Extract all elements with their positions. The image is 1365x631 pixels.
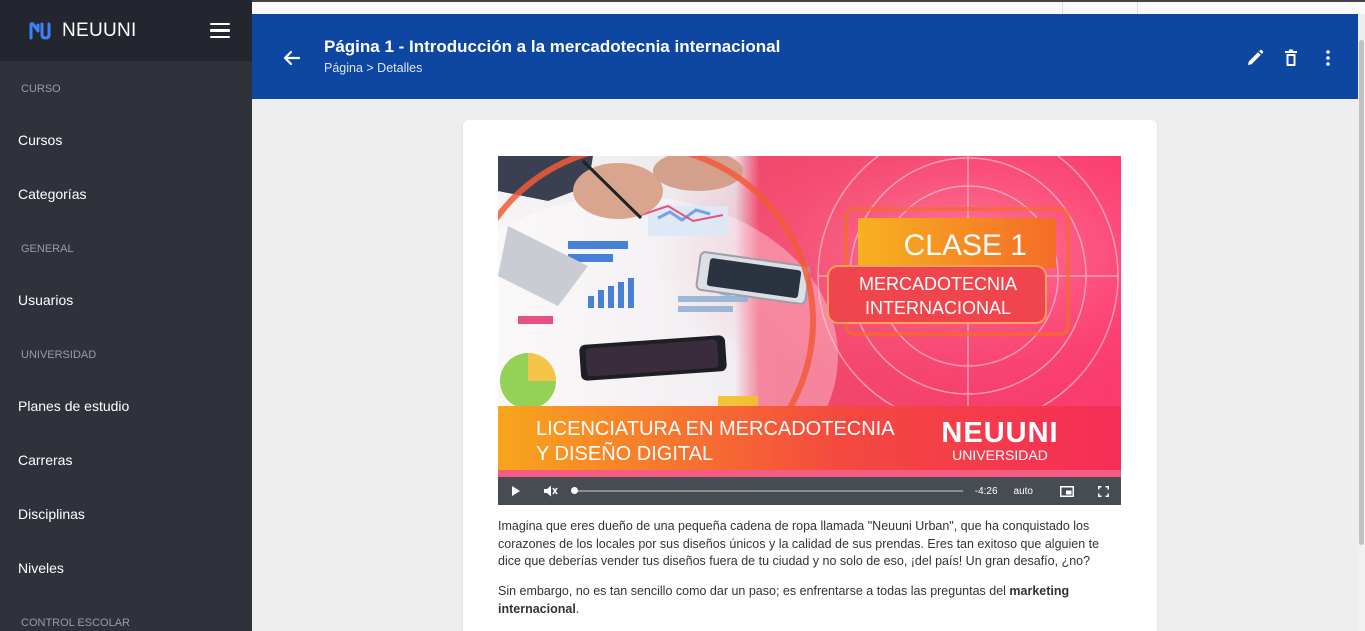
mute-icon[interactable] [534,485,568,497]
sidebar-item-categorias[interactable]: Categorías [0,167,252,221]
sidebar-item-planes[interactable]: Planes de estudio [0,379,252,433]
page-title: Página 1 - Introducción a la mercadotecn… [324,37,781,56]
sidebar-item-carreras[interactable]: Carreras [0,433,252,487]
delete-trash-icon[interactable] [1281,48,1301,68]
nav-section-curso: CURSO [21,83,61,95]
content-card: CLASE 1 MERCADOTECNIA INTERNACIONAL LICE… [463,120,1157,631]
divider [1137,2,1138,14]
sidebar-item-niveles[interactable]: Niveles [0,541,252,595]
video-thumbnail: CLASE 1 MERCADOTECNIA INTERNACIONAL LICE… [498,156,1121,477]
nav-section-control-escolar: CONTROL ESCOLAR [21,617,131,629]
sidebar: NEUUNI CURSO Cursos Categorías GENERAL U… [0,0,252,631]
scrollbar-thumb[interactable] [1359,40,1364,545]
badge-title: CLASE 1 [904,229,1027,262]
breadcrumb: Página > Detalles [324,61,423,75]
brand-bar: NEUUNI [0,0,252,61]
video-time: -4:26 [974,485,998,497]
banner-line-1: LICENCIATURA EN MERCADOTECNIA [536,418,895,440]
badge-subtitle-2: INTERNACIONAL [865,298,1011,318]
brand-name: NEUUNI [62,19,137,41]
picture-in-picture-icon[interactable] [1049,485,1085,497]
sidebar-item-disciplinas[interactable]: Disciplinas [0,487,252,541]
neuuni-logo-icon [29,21,51,40]
paragraph-1: Imagina que eres dueño de una pequeña ca… [498,519,1100,568]
divider [1062,2,1063,14]
badge-subtitle-1: MERCADOTECNIA [859,274,1017,294]
progress-knob[interactable] [571,487,578,494]
nav-section-universidad: UNIVERSIDAD [21,349,97,361]
edit-pencil-icon[interactable] [1245,48,1265,68]
top-strip [252,0,1365,14]
back-arrow-icon[interactable] [282,48,302,68]
banner-logo: NEUUNI [941,417,1058,449]
sidebar-item-usuarios[interactable]: Usuarios [0,273,252,327]
play-icon[interactable] [498,486,534,496]
paragraph-2: Sin embargo, no es tan sencillo como dar… [498,583,1118,618]
more-vertical-icon[interactable] [1318,48,1338,68]
video-player[interactable]: CLASE 1 MERCADOTECNIA INTERNACIONAL LICE… [498,156,1121,505]
banner-logo-sub: UNIVERSIDAD [952,447,1048,463]
sidebar-item-cursos[interactable]: Cursos [0,113,252,167]
hamburger-menu-icon[interactable] [210,22,230,39]
page-header: Página 1 - Introducción a la mercadotecn… [252,14,1358,99]
video-controls: -4:26 auto [498,477,1121,505]
quality-selector[interactable]: auto [1014,486,1033,497]
fullscreen-icon[interactable] [1085,485,1121,497]
banner-line-2: Y DISEÑO DIGITAL [536,441,713,465]
nav-section-general: GENERAL [21,243,74,255]
paragraph-2-end: . [575,601,580,616]
paragraph-2-text: Sin embargo, no es tan sencillo como dar… [498,584,1010,598]
video-progress-bar[interactable] [571,487,963,494]
